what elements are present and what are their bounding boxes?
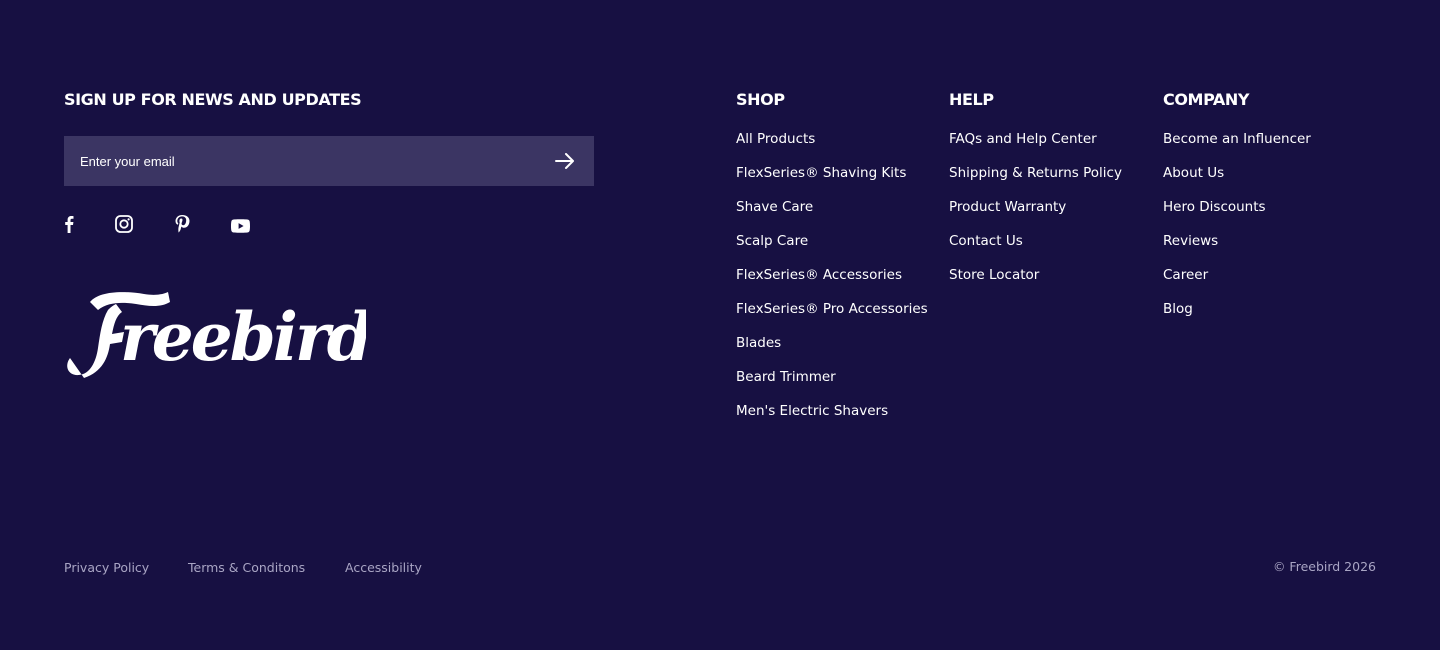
help-links: FAQs and Help Center Shipping & Returns … — [949, 130, 1122, 300]
footer-link-faqs[interactable]: FAQs and Help Center — [949, 131, 1097, 147]
privacy-policy-link[interactable]: Privacy Policy — [64, 560, 149, 575]
accessibility-link[interactable]: Accessibility — [345, 560, 422, 575]
site-footer: SIGN UP FOR NEWS AND UPDATES Enter your … — [0, 0, 1440, 650]
shop-heading: SHOP — [736, 90, 785, 109]
footer-link-scalp-care[interactable]: Scalp Care — [736, 233, 808, 249]
arrow-right-icon — [555, 153, 574, 169]
help-column: HELP FAQs and Help Center Shipping & Ret… — [949, 90, 1122, 300]
footer-link-hero-discounts[interactable]: Hero Discounts — [1163, 199, 1266, 215]
copyright-text: © Freebird 2026 — [1272, 559, 1376, 574]
footer-link-all-products[interactable]: All Products — [736, 131, 815, 147]
footer-link-store-locator[interactable]: Store Locator — [949, 267, 1039, 283]
company-heading: COMPANY — [1163, 90, 1250, 109]
footer-link-shave-care[interactable]: Shave Care — [736, 199, 813, 215]
pinterest-icon — [175, 215, 190, 233]
footer-link-flexseries-accessories[interactable]: FlexSeries® Accessories — [736, 267, 902, 283]
company-links: Become an Influencer About Us Hero Disco… — [1163, 130, 1311, 334]
shop-column: SHOP All Products FlexSeries® Shaving Ki… — [736, 90, 928, 436]
footer-link-shipping-returns[interactable]: Shipping & Returns Policy — [949, 165, 1122, 181]
footer-link-blades[interactable]: Blades — [736, 335, 781, 351]
footer-link-career[interactable]: Career — [1163, 267, 1208, 283]
footer-link-beard-trimmer[interactable]: Beard Trimmer — [736, 369, 836, 385]
facebook-icon — [65, 216, 74, 233]
email-input[interactable] — [64, 136, 540, 186]
freebird-logo[interactable]: reebird — [64, 288, 366, 380]
newsletter-heading: SIGN UP FOR NEWS AND UPDATES — [64, 90, 362, 109]
help-heading: HELP — [949, 90, 994, 109]
footer-link-flexseries-pro-accessories[interactable]: FlexSeries® Pro Accessories — [736, 301, 928, 317]
footer-link-become-influencer[interactable]: Become an Influencer — [1163, 131, 1311, 147]
instagram-icon — [115, 215, 133, 233]
svg-text:reebird: reebird — [120, 298, 366, 376]
footer-link-product-warranty[interactable]: Product Warranty — [949, 199, 1066, 215]
footer-link-blog[interactable]: Blog — [1163, 301, 1193, 317]
shop-links: All Products FlexSeries® Shaving Kits Sh… — [736, 130, 928, 436]
pinterest-link[interactable] — [172, 212, 192, 236]
instagram-link[interactable] — [113, 212, 135, 236]
footer-link-about-us[interactable]: About Us — [1163, 165, 1224, 181]
newsletter-submit-button[interactable] — [540, 136, 590, 186]
footer-link-flexseries-shaving-kits[interactable]: FlexSeries® Shaving Kits — [736, 165, 906, 181]
footer-link-contact-us[interactable]: Contact Us — [949, 233, 1023, 249]
youtube-icon — [230, 219, 250, 233]
footer-link-mens-electric-shavers[interactable]: Men's Electric Shavers — [736, 403, 888, 419]
terms-link[interactable]: Terms & Conditons — [188, 560, 305, 575]
footer-link-reviews[interactable]: Reviews — [1163, 233, 1218, 249]
youtube-link[interactable] — [229, 214, 251, 238]
facebook-link[interactable] — [62, 212, 76, 236]
company-column: COMPANY Become an Influencer About Us He… — [1163, 90, 1311, 334]
newsletter-form — [64, 136, 594, 186]
